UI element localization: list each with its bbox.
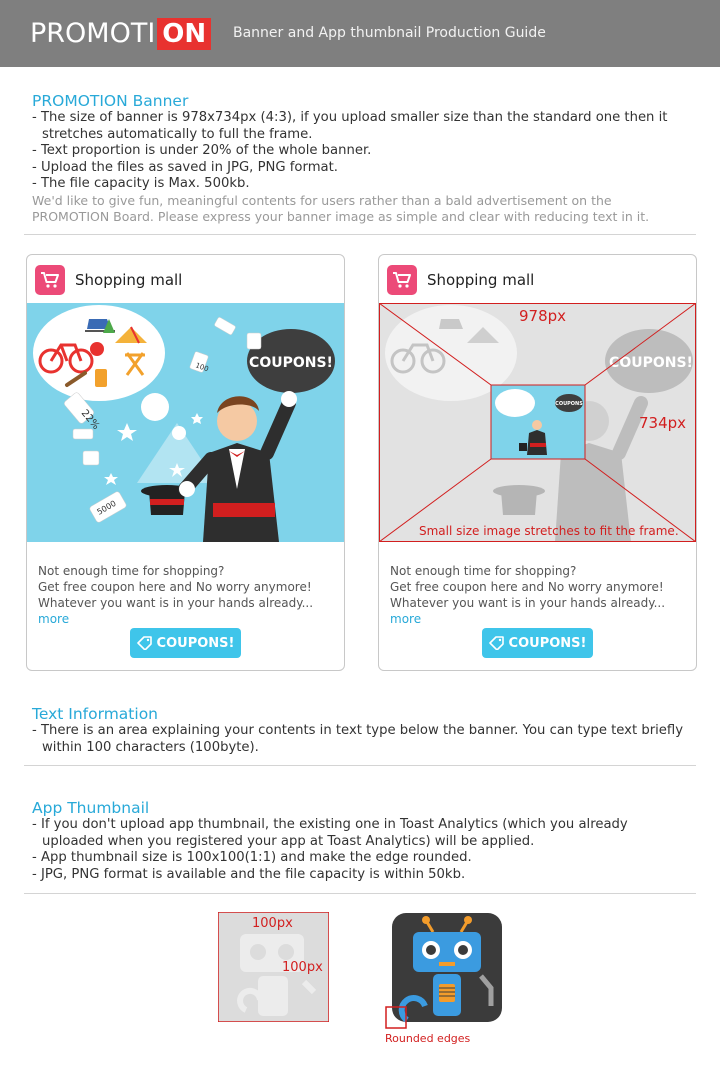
width-label: 978px bbox=[519, 307, 566, 325]
banner-bullets: - The size of banner is 978x734px (4:3),… bbox=[32, 110, 692, 193]
logo-text: PROMOTI bbox=[30, 18, 156, 49]
thumb-width-label: 100px bbox=[252, 916, 293, 931]
divider bbox=[24, 234, 696, 235]
card-description: Not enough time for shopping? Get free c… bbox=[390, 563, 696, 627]
thumb-bullet: - JPG, PNG format is available and the f… bbox=[32, 866, 466, 882]
banner-bullet: - The file capacity is Max. 500kb. bbox=[32, 176, 250, 191]
banner-bullet: - The size of banner is 978x734px (4:3),… bbox=[32, 110, 668, 142]
banner-frame-diagram[interactable]: COUPONS! COUPONS 978px 734px Small size … bbox=[379, 303, 696, 542]
card-description: Not enough time for shopping? Get free c… bbox=[38, 563, 344, 627]
card-desc-line: Get free coupon here and No worry anymor… bbox=[38, 580, 312, 594]
thumbnail-size-spec: 100px 100px bbox=[217, 911, 330, 1023]
tag-icon bbox=[136, 636, 152, 650]
banner-image[interactable]: COUPONS! 22% 5000 100 bbox=[27, 303, 344, 542]
stretch-diagram: COUPONS! COUPONS 978px 734px Small size … bbox=[379, 303, 696, 542]
coupons-button[interactable]: COUPONS! bbox=[130, 628, 241, 658]
thumb-bullets: - If you don't upload app thumbnail, the… bbox=[32, 817, 692, 883]
card-title: Shopping mall bbox=[75, 271, 183, 289]
text-section-title: Text Information bbox=[32, 705, 158, 723]
banner-note: We'd like to give fun, meaningful conten… bbox=[32, 193, 650, 224]
card-desc-line: Whatever you want is in your hands alrea… bbox=[390, 596, 666, 610]
card-desc-line: Not enough time for shopping? bbox=[390, 564, 577, 578]
thumb-bullet: - App thumbnail size is 100x100(1:1) and… bbox=[32, 850, 472, 865]
tag-icon bbox=[488, 636, 504, 650]
thumb-section-title: App Thumbnail bbox=[32, 799, 150, 817]
banner-bullet: - Text proportion is under 20% of the wh… bbox=[32, 143, 372, 158]
text-bullet: - There is an area explaining your conte… bbox=[32, 723, 684, 755]
height-label: 734px bbox=[639, 414, 686, 432]
card-desc-line: Whatever you want is in your hands alrea… bbox=[38, 596, 314, 610]
banner-bullet: - Upload the files as saved in JPG, PNG … bbox=[32, 159, 338, 175]
card-desc-line: Get free coupon here and No worry anymor… bbox=[390, 580, 664, 594]
magician-illustration: COUPONS! 22% 5000 100 bbox=[27, 303, 344, 542]
coupons-button-label: COUPONS! bbox=[156, 635, 235, 651]
divider bbox=[24, 765, 696, 766]
more-link[interactable]: more bbox=[390, 612, 421, 626]
robot-icon bbox=[385, 913, 502, 1029]
more-link[interactable]: more bbox=[38, 612, 69, 626]
promotion-card-stretch-example: Shopping mall COUPONS! COUPONS 978px 734… bbox=[378, 254, 697, 671]
rounded-edges-label: Rounded edges bbox=[385, 1032, 471, 1045]
header-subtitle: Banner and App thumbnail Production Guid… bbox=[233, 25, 546, 41]
thumb-height-label: 100px bbox=[282, 960, 323, 975]
card-title: Shopping mall bbox=[427, 271, 535, 289]
promotion-logo: PROMOTI ON bbox=[30, 18, 212, 50]
mini-bubble-text: COUPONS bbox=[555, 401, 583, 407]
logo-on-box: ON bbox=[157, 18, 212, 50]
banner-section-title: PROMOTION Banner bbox=[32, 92, 189, 110]
coupon-bubble-text: COUPONS! bbox=[249, 355, 333, 371]
thumbnail-rounded-example bbox=[383, 912, 505, 1032]
cart-icon bbox=[35, 265, 65, 295]
card-header: Shopping mall bbox=[387, 265, 534, 295]
coupons-button[interactable]: COUPONS! bbox=[482, 628, 593, 658]
thumb-bullet: - If you don't upload app thumbnail, the… bbox=[32, 817, 628, 849]
cart-icon bbox=[387, 265, 417, 295]
header-bar: PROMOTI ON Banner and App thumbnail Produ… bbox=[0, 0, 720, 67]
card-desc-line: Not enough time for shopping? bbox=[38, 564, 225, 578]
promotion-card-example: Shopping mall COUPONS! 22% 5000 100 Not … bbox=[26, 254, 345, 671]
coupons-button-label: COUPONS! bbox=[508, 635, 587, 651]
divider bbox=[24, 893, 696, 894]
text-bullets: - There is an area explaining your conte… bbox=[32, 723, 692, 756]
card-header: Shopping mall bbox=[35, 265, 182, 295]
stretch-note: Small size image stretches to fit the fr… bbox=[419, 524, 679, 538]
robot-gray-illustration: 100px 100px bbox=[217, 911, 330, 1023]
